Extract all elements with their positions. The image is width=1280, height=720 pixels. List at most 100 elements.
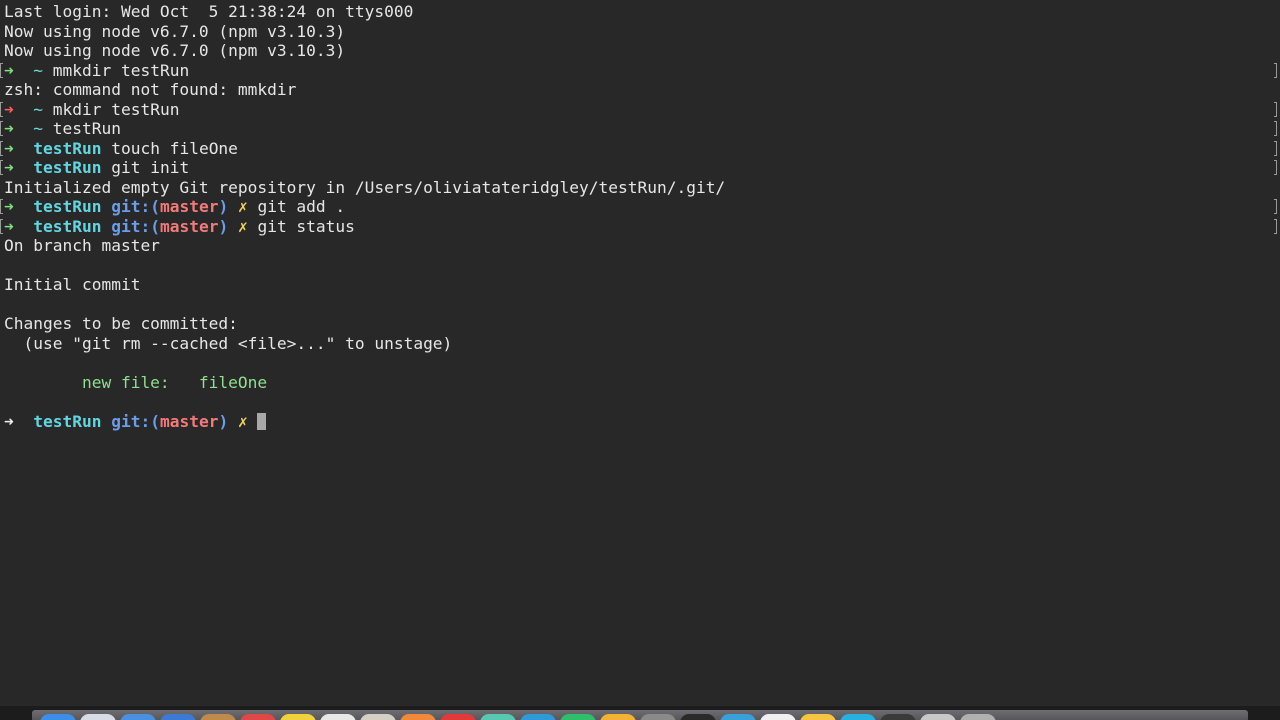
command-text: testRun (52, 119, 121, 138)
git-status-output-text: On branch master (4, 236, 160, 255)
safari-icon[interactable] (80, 714, 116, 720)
prompt-git-branch: master (159, 216, 219, 236)
command-text: mkdir testRun (52, 99, 180, 119)
ibooks-icon[interactable] (560, 714, 596, 720)
git-status-output-text: (use "git rm --cached <file>..." to unst… (4, 333, 453, 353)
prompt-directory: testRun (33, 216, 102, 236)
prompt-arrow-icon: ➜ (4, 411, 14, 431)
itunes-icon[interactable] (520, 714, 556, 720)
photos-icon[interactable] (400, 714, 436, 720)
command-text: git status (257, 216, 355, 236)
prompt-git-paren: ) (218, 411, 229, 431)
prompt-git-label: git:( (111, 216, 160, 236)
prompt-git-paren: ) (218, 216, 229, 236)
prompt-directory: testRun (33, 138, 102, 158)
terminal-command-line: ➜ ~ mkdir testRun (0, 99, 1280, 120)
terminal-command-line: ➜ ~ mmkdir testRun (0, 60, 1280, 81)
terminal-line: Now using node v6.7.0 (npm v3.10.3) (4, 41, 1280, 61)
dirty-mark-icon: ✗ (237, 411, 248, 431)
finder-icon[interactable] (40, 714, 76, 720)
prompt-directory: testRun (33, 411, 102, 431)
prompt-arrow-icon: ➜ (4, 119, 14, 138)
prompt-git-label: git:( (111, 411, 160, 431)
prompt-arrow-icon: ➜ (4, 138, 14, 158)
mark-bracket-icon (0, 101, 3, 117)
chrome-icon[interactable] (120, 714, 156, 720)
calendar-icon[interactable] (240, 714, 276, 720)
terminal-line: new file: fileOne (4, 373, 1280, 393)
prompt-home-dir: ~ (33, 60, 43, 80)
terminal-line: (use "git rm --cached <file>..." to unst… (4, 334, 1280, 354)
facetime-icon[interactable] (480, 714, 516, 720)
terminal-icon[interactable] (680, 714, 716, 720)
mark-bracket-icon (1274, 199, 1277, 214)
nvm-output-text: Now using node v6.7.0 (npm v3.10.3) (4, 41, 346, 60)
mail-icon[interactable] (160, 714, 196, 720)
dirty-mark-icon: ✗ (237, 216, 248, 236)
contacts-icon[interactable] (200, 714, 236, 720)
prompt-arrow-icon: ➜ (4, 216, 14, 236)
terminal-line: Initial commit (4, 275, 1280, 295)
nvm-output-text: Now using node v6.7.0 (npm v3.10.3) (4, 21, 346, 41)
staged-file-name: fileOne (198, 372, 268, 392)
mark-bracket-icon (1274, 140, 1277, 156)
terminal-line: Initialized empty Git repository in /Use… (4, 178, 1280, 198)
mark-bracket-icon (0, 160, 3, 175)
terminal-command-line: ➜ ~ testRun (0, 119, 1280, 139)
system-preferences-icon[interactable] (640, 714, 676, 720)
prompt-directory: testRun (33, 197, 102, 216)
prompt-arrow-icon: ➜ (4, 197, 14, 216)
mark-bracket-icon (0, 218, 3, 234)
terminal-command-line: ➜ testRun touch fileOne (0, 138, 1280, 159)
reminders-icon[interactable] (320, 714, 356, 720)
terminal-command-line: ➜ testRun git:(master) ✗ git add . (0, 197, 1280, 217)
prompt-git-label: git:( (111, 197, 160, 216)
prompt-home-dir: ~ (33, 119, 43, 138)
text-cursor[interactable] (257, 412, 267, 430)
terminal-line: Changes to be committed: (4, 314, 1280, 334)
prompt-arrow-icon: ➜ (4, 99, 14, 119)
notes-icon[interactable] (280, 714, 316, 720)
slack-icon[interactable] (720, 714, 756, 720)
last-login-text: Last login: Wed Oct 5 21:38:24 on ttys00… (4, 2, 414, 21)
mark-bracket-icon (1274, 101, 1277, 117)
git-status-output-text: Changes to be committed: (4, 314, 238, 333)
mark-bracket-icon (1274, 121, 1277, 136)
spotify-icon[interactable] (840, 714, 876, 720)
app-store-icon[interactable] (600, 714, 636, 720)
mark-bracket-icon (1274, 62, 1277, 78)
terminal-line: Now using node v6.7.0 (npm v3.10.3) (4, 22, 1280, 42)
evernote-icon[interactable] (880, 714, 916, 720)
prompt-arrow-icon: ➜ (4, 158, 14, 177)
terminal-line: On branch master (4, 236, 1280, 256)
mark-bracket-icon (0, 199, 3, 214)
dock (0, 706, 1280, 720)
prompt-git-branch: master (159, 411, 219, 431)
messages-icon[interactable] (440, 714, 476, 720)
mark-bracket-icon (0, 140, 3, 156)
terminal-active-prompt[interactable]: ➜ testRun git:(master) ✗ (4, 412, 1280, 432)
prompt-arrow-icon: ➜ (4, 60, 14, 80)
terminal-line: zsh: command not found: mmkdir (4, 80, 1280, 100)
command-text: git init (111, 158, 190, 177)
prompt-home-dir: ~ (33, 99, 43, 119)
prompt-git-paren: ) (218, 197, 229, 216)
command-text: git add . (257, 197, 346, 216)
terminal-window[interactable]: Last login: Wed Oct 5 21:38:24 on ttys00… (0, 0, 1280, 706)
mark-bracket-icon (0, 121, 3, 136)
atom-icon[interactable] (800, 714, 836, 720)
git-status-output-text: Initial commit (4, 275, 141, 294)
terminal-line: Last login: Wed Oct 5 21:38:24 on ttys00… (4, 2, 1280, 22)
trash-icon[interactable] (960, 714, 996, 720)
mark-bracket-icon (1274, 218, 1277, 234)
error-output-text: zsh: command not found: mmkdir (4, 80, 297, 99)
downloads-icon[interactable] (920, 714, 956, 720)
maps-icon[interactable] (360, 714, 396, 720)
dock-shelf (32, 710, 1248, 720)
command-text: mmkdir testRun (52, 60, 190, 80)
sketch-icon[interactable] (760, 714, 796, 720)
